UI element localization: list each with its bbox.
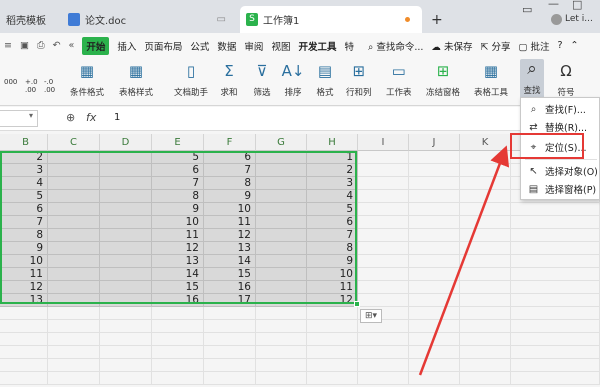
annotation-arrow (418, 145, 510, 376)
arrow-line (418, 145, 510, 376)
